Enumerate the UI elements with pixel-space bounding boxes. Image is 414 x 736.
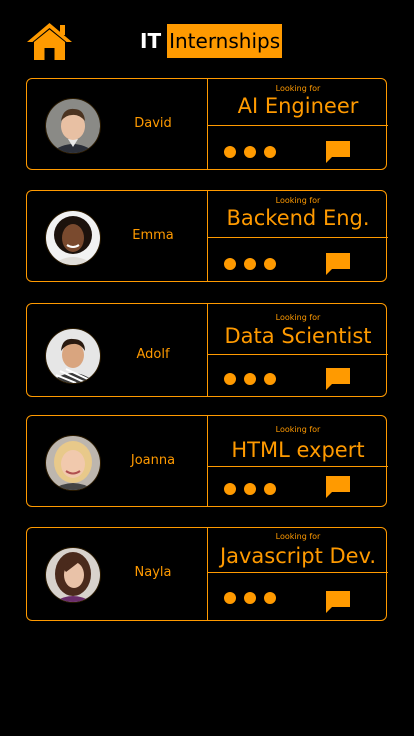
avatar: [45, 328, 101, 384]
avatar: [45, 210, 101, 266]
candidate-name: David: [134, 116, 172, 131]
message-button[interactable]: [326, 141, 350, 163]
candidate-details: Looking for Javascript Dev.: [207, 528, 388, 620]
chat-bubble-icon: [326, 253, 350, 275]
app-root: IT Internships David Looking for AI Engi…: [0, 0, 414, 736]
more-dots-icon: [224, 592, 236, 604]
divider: [208, 354, 388, 355]
candidate-role: AI Engineer: [237, 94, 359, 118]
brand-word: Internships: [167, 24, 283, 58]
header: IT Internships: [0, 0, 414, 70]
more-button[interactable]: [224, 373, 276, 385]
candidate-card[interactable]: Emma Looking for Backend Eng.: [26, 190, 388, 282]
candidate-name: Joanna: [130, 453, 176, 468]
candidate-name: Nayla: [134, 565, 172, 580]
more-dots-icon: [244, 592, 256, 604]
looking-for-label: Looking for: [275, 313, 321, 322]
candidate-role: Data Scientist: [224, 324, 372, 348]
more-button[interactable]: [224, 146, 276, 158]
more-dots-icon: [224, 373, 236, 385]
avatar: [45, 547, 101, 603]
avatar: [45, 98, 101, 154]
more-dots-icon: [224, 483, 236, 495]
message-button[interactable]: [326, 591, 350, 613]
more-dots-icon: [264, 373, 276, 385]
chat-bubble-icon: [326, 476, 350, 498]
avatar: [45, 435, 101, 491]
more-button[interactable]: [224, 483, 276, 495]
candidate-details: Looking for Backend Eng.: [207, 191, 388, 281]
chat-bubble-icon: [326, 591, 350, 613]
looking-for-label: Looking for: [275, 84, 321, 93]
more-button[interactable]: [224, 592, 276, 604]
candidate-card[interactable]: David Looking for AI Engineer: [26, 78, 388, 170]
chat-bubble-icon: [326, 141, 350, 163]
brand-prefix: IT: [140, 29, 162, 53]
more-dots-icon: [244, 146, 256, 158]
candidate-details: Looking for HTML expert: [207, 416, 388, 506]
home-icon: [27, 23, 72, 60]
candidate-role: Javascript Dev.: [219, 544, 377, 568]
home-button[interactable]: [25, 21, 74, 61]
more-dots-icon: [224, 258, 236, 270]
candidate-role: HTML expert: [231, 438, 365, 462]
more-dots-icon: [264, 258, 276, 270]
candidate-details: Looking for AI Engineer: [207, 79, 388, 169]
more-dots-icon: [244, 258, 256, 270]
message-button[interactable]: [326, 476, 350, 498]
candidate-name: Adolf: [136, 347, 170, 362]
more-dots-icon: [264, 146, 276, 158]
candidate-card[interactable]: Nayla Looking for Javascript Dev.: [26, 527, 388, 621]
more-dots-icon: [224, 146, 236, 158]
more-button[interactable]: [224, 258, 276, 270]
looking-for-label: Looking for: [275, 425, 321, 434]
looking-for-label: Looking for: [275, 532, 321, 541]
looking-for-label: Looking for: [275, 196, 321, 205]
divider: [208, 125, 388, 126]
divider: [208, 572, 388, 573]
message-button[interactable]: [326, 253, 350, 275]
candidate-details: Looking for Data Scientist: [207, 304, 388, 396]
divider: [208, 466, 388, 467]
divider: [208, 237, 388, 238]
more-dots-icon: [264, 592, 276, 604]
more-dots-icon: [264, 483, 276, 495]
brand-logo: IT Internships: [140, 24, 283, 58]
message-button[interactable]: [326, 368, 350, 390]
more-dots-icon: [244, 373, 256, 385]
candidate-card[interactable]: Joanna Looking for HTML expert: [26, 415, 388, 507]
chat-bubble-icon: [326, 368, 350, 390]
candidate-name: Emma: [132, 228, 174, 243]
more-dots-icon: [244, 483, 256, 495]
candidate-card[interactable]: Adolf Looking for Data Scientist: [26, 303, 388, 397]
candidate-role: Backend Eng.: [226, 206, 370, 230]
